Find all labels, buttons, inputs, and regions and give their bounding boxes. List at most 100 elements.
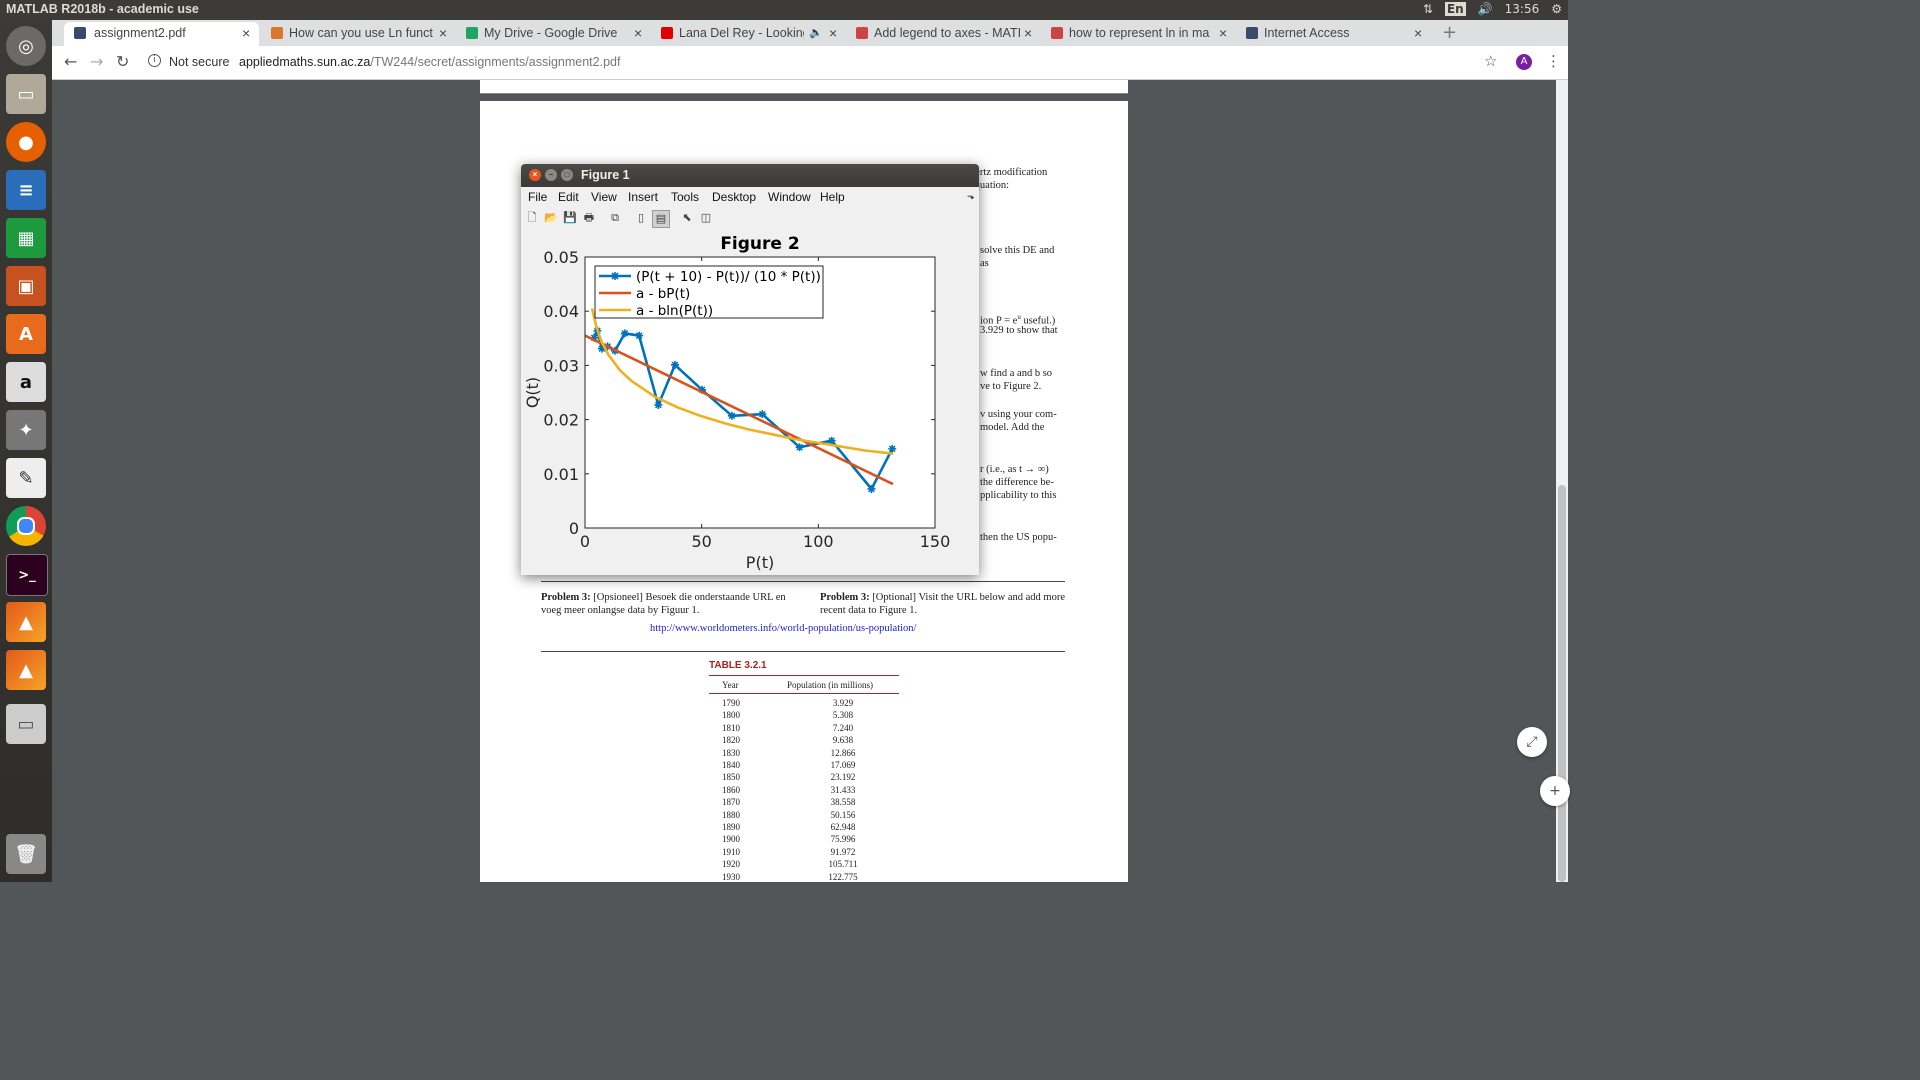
close-tab-icon[interactable]: × — [242, 25, 250, 41]
close-tab-icon[interactable]: × — [1219, 25, 1227, 41]
property-inspector-icon[interactable]: ◫ — [698, 210, 714, 226]
table-cell-year: 1870 — [722, 797, 740, 808]
menu-window[interactable]: Window — [768, 190, 811, 204]
network-icon[interactable]: ⇅ — [1423, 2, 1433, 16]
chart-svg: 0 50 100 150 0 0.01 0.02 0.03 0.04 0.05 P(t) Q(t) Fi… — [523, 234, 951, 572]
y-axis-label: Q(t) — [523, 377, 542, 408]
mathworks-icon — [856, 27, 868, 39]
volume-icon[interactable]: 🔊 — [1478, 2, 1493, 16]
link-plot-icon[interactable]: ⧉ — [607, 210, 623, 226]
table-cell-year: 1860 — [722, 784, 740, 795]
colorbar-icon[interactable]: ▯ — [633, 210, 649, 226]
security-label[interactable]: Not secure — [169, 55, 229, 69]
firefox-icon[interactable]: ● — [6, 122, 46, 162]
close-tab-icon[interactable]: × — [634, 25, 642, 41]
close-window-icon[interactable]: × — [529, 169, 541, 181]
table-row: 1870 38.558 — [709, 797, 899, 809]
speaker-icon[interactable]: 🔈 — [809, 26, 823, 39]
pdf-text: w find a and b so — [980, 368, 1053, 379]
menu-kebab-icon[interactable]: ⋮ — [1546, 52, 1561, 70]
menu-desktop[interactable]: Desktop — [712, 190, 756, 204]
y-tick-label: 0.03 — [543, 356, 579, 375]
clock[interactable]: 13:56 — [1505, 2, 1540, 16]
scrollbar-thumb[interactable] — [1558, 485, 1566, 882]
pdf-text: r (i.e., as t → ∞) — [980, 464, 1049, 475]
table-row: 1830 12.866 — [709, 748, 899, 760]
tab-represent-ln[interactable]: how to represent ln in ma × — [1049, 22, 1244, 46]
minimize-window-icon[interactable]: – — [545, 169, 557, 181]
table-cell-year: 1840 — [722, 760, 740, 770]
close-tab-icon[interactable]: × — [1024, 25, 1032, 41]
page-scrollbar[interactable] — [1556, 80, 1568, 882]
reload-icon[interactable]: ↻ — [116, 52, 129, 71]
amazon-icon[interactable]: a — [6, 362, 46, 402]
disk-icon[interactable]: ▭ — [6, 704, 46, 744]
forward-icon[interactable]: → — [90, 52, 103, 71]
software-center-icon[interactable]: A — [6, 314, 46, 354]
close-tab-icon[interactable]: × — [829, 25, 837, 41]
back-icon[interactable]: ← — [64, 52, 77, 71]
maximize-window-icon[interactable]: □ — [561, 169, 573, 181]
menu-tools[interactable]: Tools — [671, 190, 699, 204]
worldometers-link[interactable]: http://www.worldometers.info/world-popul… — [650, 623, 916, 634]
tab-google-drive[interactable]: My Drive - Google Drive × — [464, 22, 659, 46]
table-rule — [709, 675, 899, 676]
open-file-icon[interactable]: 📂 — [543, 210, 559, 226]
impress-icon[interactable]: ▣ — [6, 266, 46, 306]
tab-assignment2-pdf[interactable]: assignment2.pdf × — [64, 22, 259, 46]
text-editor-icon[interactable]: ✎ — [6, 458, 46, 498]
dock-arrow-icon[interactable]: ⬎ — [967, 191, 975, 202]
print-icon[interactable]: 🖶 — [581, 210, 597, 226]
bookmark-star-icon[interactable]: ☆ — [1484, 52, 1497, 70]
figure-canvas: 0 50 100 150 0 0.01 0.02 0.03 0.04 0.05 P(t) Q(t) Fi… — [521, 230, 979, 575]
edit-plot-cursor-icon[interactable]: ⬉ — [679, 210, 695, 226]
table-row: 1920 105.711 — [709, 859, 899, 871]
calc-icon[interactable]: ▦ — [6, 218, 46, 258]
table-cell-year: 1820 — [722, 735, 740, 746]
terminal-icon[interactable]: >_ — [6, 554, 48, 596]
new-tab-button[interactable]: + — [1442, 22, 1457, 43]
new-figure-icon[interactable]: 🗋 — [524, 210, 540, 226]
writer-icon[interactable]: ≡ — [6, 170, 46, 210]
pdf-previous-page-edge — [480, 80, 1128, 94]
fit-to-page-button[interactable]: ⤢ — [1517, 727, 1547, 757]
table-cell-year: 1880 — [722, 809, 740, 820]
chrome-icon[interactable] — [6, 506, 46, 546]
address-bar[interactable]: appliedmaths.sun.ac.za/TW244/secret/assi… — [239, 55, 620, 69]
figure-toolbar: 🗋 📂 💾 🖶 ⧉ ▯ ▤ ⬉ ◫ — [521, 207, 979, 231]
x-tick-label: 150 — [920, 532, 951, 551]
table-cell-year: 1910 — [722, 846, 740, 857]
legend-marker — [611, 272, 619, 280]
legend-toggle-icon[interactable]: ▤ — [652, 210, 670, 228]
divider — [541, 581, 1065, 582]
system-settings-icon[interactable]: ✦ — [6, 410, 46, 450]
ubuntu-search-icon[interactable]: ◎ — [6, 26, 46, 66]
table-header-year: Year — [722, 680, 739, 690]
avatar[interactable]: A — [1516, 54, 1532, 70]
figure-title-bar[interactable]: × – □ Figure 1 — [521, 164, 979, 187]
menu-help[interactable]: Help — [820, 190, 845, 204]
pdf-text: 3.929 to show that — [980, 325, 1058, 336]
close-tab-icon[interactable]: × — [1414, 25, 1422, 41]
menu-insert[interactable]: Insert — [628, 190, 658, 204]
tab-ln-function[interactable]: How can you use Ln funct × — [269, 22, 464, 46]
zoom-in-button[interactable]: + — [1540, 776, 1570, 806]
matlab-icon[interactable]: ▲ — [6, 602, 46, 642]
keyboard-layout-indicator[interactable]: En — [1444, 2, 1466, 16]
table-row: 1890 62.948 — [709, 822, 899, 834]
info-icon[interactable]: i — [148, 54, 161, 67]
menu-view[interactable]: View — [591, 190, 617, 204]
tab-add-legend[interactable]: Add legend to axes - MATI × — [854, 22, 1049, 46]
table-row: 1790 3.929 — [709, 698, 899, 710]
matlab-icon-2[interactable]: ▲ — [6, 650, 46, 690]
menu-file[interactable]: File — [528, 190, 547, 204]
menu-edit[interactable]: Edit — [558, 190, 579, 204]
trash-icon[interactable]: 🗑 — [6, 834, 46, 874]
files-icon[interactable]: ▭ — [6, 74, 46, 114]
tab-youtube[interactable]: Lana Del Rey - Looking 🔈 × — [659, 22, 854, 46]
save-icon[interactable]: 💾 — [562, 210, 578, 226]
close-tab-icon[interactable]: × — [439, 25, 447, 41]
table-row: 1910 91.972 — [709, 847, 899, 859]
gear-icon[interactable]: ⚙ — [1551, 2, 1562, 16]
tab-internet-access[interactable]: Internet Access × — [1244, 22, 1439, 46]
